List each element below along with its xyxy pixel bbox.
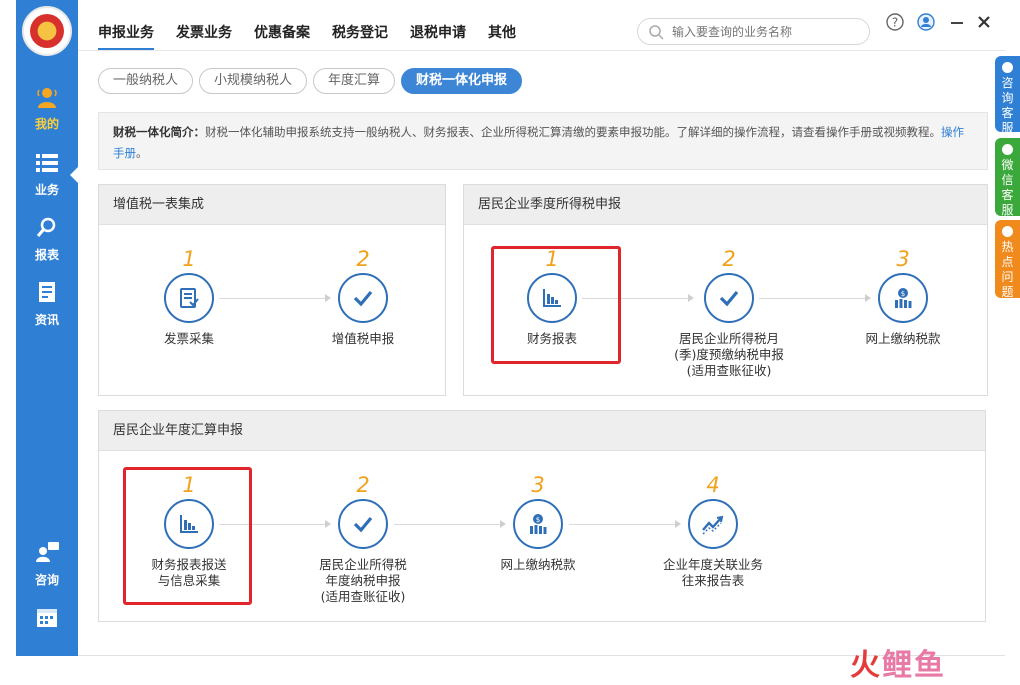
active-indicator <box>70 167 78 183</box>
step-label: 发票采集 <box>163 331 214 346</box>
tab-preference[interactable]: 优惠备案 <box>254 22 310 51</box>
sidebar-item-reports[interactable]: 报表 <box>16 215 78 275</box>
hot-questions-tab[interactable]: 热点问题 <box>995 220 1020 299</box>
sidebar-item-label: 业务 <box>34 183 59 197</box>
minimize-icon[interactable] <box>947 12 967 32</box>
wechat-icon <box>1002 144 1013 155</box>
step-number: 2 <box>356 473 370 497</box>
divider <box>78 50 1005 51</box>
right-tab-label: 微信客服 <box>1001 158 1014 217</box>
tab-other[interactable]: 其他 <box>488 22 516 51</box>
trend-icon[interactable] <box>688 499 738 549</box>
watermark-logo: 火鲤鱼 <box>850 640 946 684</box>
subtab-annual-settlement[interactable]: 年度汇算 <box>313 68 396 94</box>
sidebar-item-news[interactable]: 资讯 <box>16 280 78 340</box>
sidebar-item-consult[interactable]: 咨询 <box>16 540 78 600</box>
consult-icon <box>36 542 59 562</box>
highlight-box <box>123 467 252 605</box>
step-number: 2 <box>722 247 736 271</box>
sidebar-item-label: 咨询 <box>34 573 59 587</box>
sidebar-item-mine[interactable]: 我的 <box>16 84 78 144</box>
step-label: 居民企业所得税 年度纳税申报 (适用查账征收) <box>319 557 407 604</box>
tab-registration[interactable]: 税务登记 <box>332 22 388 51</box>
news-icon <box>39 282 55 302</box>
subtab-general-taxpayer[interactable]: 一般纳税人 <box>98 68 194 94</box>
step-related-transactions-report[interactable]: 4 企业年度关联业务 往来报告表 <box>638 473 788 589</box>
panel-title: 居民企业年度汇算申报 <box>99 411 985 451</box>
sub-tabs: 一般纳税人 小规模纳税人 年度汇算 财税一体化申报 <box>98 68 528 94</box>
svg-text:?: ? <box>892 16 898 30</box>
step-label: 网上缴纳税款 <box>500 557 576 572</box>
top-nav: 申报业务 发票业务 优惠备案 税务登记 退税申请 其他 <box>98 22 538 51</box>
question-icon <box>1002 226 1013 237</box>
check-icon[interactable] <box>704 273 754 323</box>
right-tab-label: 热点问题 <box>1001 240 1014 299</box>
tab-refund[interactable]: 退税申请 <box>410 22 466 51</box>
intro-box: 财税一体化简介：财税一体化辅助申报系统支持一般纳税人、财务报表、企业所得税汇算清… <box>98 112 988 170</box>
wechat-service-tab[interactable]: 微信客服 <box>995 138 1020 217</box>
sidebar-item-calendar[interactable] <box>16 605 78 665</box>
step-number: 2 <box>356 247 370 271</box>
tax-payment-icon[interactable]: $ <box>513 499 563 549</box>
user-icon <box>37 88 57 108</box>
step-number: 1 <box>182 247 196 271</box>
intro-end: 。 <box>136 146 148 160</box>
search-icon <box>649 25 664 40</box>
step-number: 3 <box>531 473 545 497</box>
user-icon <box>1002 62 1013 73</box>
check-icon[interactable] <box>338 273 388 323</box>
subtab-fiscal-integration[interactable]: 财税一体化申报 <box>401 68 523 94</box>
search-input[interactable] <box>672 23 862 41</box>
calendar-icon <box>37 609 57 627</box>
document-icon[interactable] <box>164 273 214 323</box>
step-vat-declaration[interactable]: 2 增值税申报 <box>288 247 438 347</box>
step-number: 3 <box>896 247 910 271</box>
account-icon[interactable] <box>916 12 936 32</box>
tax-payment-icon[interactable]: $ <box>878 273 928 323</box>
intro-text: 财税一体化辅助申报系统支持一般纳税人、财务报表、企业所得税汇算清缴的要素申报功能… <box>205 125 941 139</box>
right-tab-label: 咨询客服 <box>1001 76 1014 135</box>
sidebar-item-business[interactable]: 业务 <box>16 150 78 210</box>
tax-bureau-logo <box>22 6 72 56</box>
step-number: 4 <box>706 473 720 497</box>
step-online-tax-payment[interactable]: 3 $ 网上缴纳税款 <box>463 473 613 573</box>
step-label: 企业年度关联业务 往来报告表 <box>662 557 763 588</box>
step-invoice-collection[interactable]: 1 发票采集 <box>114 247 264 347</box>
watermark-part2: 鲤鱼 <box>882 648 946 683</box>
customer-service-tab[interactable]: 咨询客服 <box>995 56 1020 135</box>
close-icon[interactable] <box>974 12 994 32</box>
step-label: 居民企业所得税月 (季)度预缴纳税申报 (适用查账征收) <box>674 331 784 378</box>
tab-declaration[interactable]: 申报业务 <box>98 22 154 51</box>
search-icon <box>36 217 56 237</box>
highlight-box <box>491 246 621 364</box>
check-icon[interactable] <box>338 499 388 549</box>
step-quarterly-declaration[interactable]: 2 居民企业所得税月 (季)度预缴纳税申报 (适用查账征收) <box>654 247 804 379</box>
help-icon[interactable]: ? <box>885 12 905 32</box>
sidebar-item-label: 我的 <box>34 117 59 131</box>
step-label: 网上缴纳税款 <box>865 331 941 346</box>
sidebar-item-label: 报表 <box>34 248 59 262</box>
panel-title: 居民企业季度所得税申报 <box>464 185 987 225</box>
left-sidebar: 我的 业务 报表 资讯 咨询 <box>16 0 78 656</box>
tab-invoice[interactable]: 发票业务 <box>176 22 232 51</box>
subtab-small-taxpayer[interactable]: 小规模纳税人 <box>199 68 308 94</box>
step-online-tax-payment[interactable]: 3 $ 网上缴纳税款 <box>828 247 978 347</box>
panel-vat: 增值税一表集成 1 发票采集 2 增值税申报 <box>98 184 446 396</box>
step-annual-declaration[interactable]: 2 居民企业所得税 年度纳税申报 (适用查账征收) <box>288 473 438 605</box>
watermark-part1: 火 <box>850 648 882 683</box>
svg-text:$: $ <box>901 290 905 298</box>
step-label: 增值税申报 <box>331 331 395 346</box>
search-box[interactable] <box>637 18 870 45</box>
sidebar-item-label: 资讯 <box>34 313 59 327</box>
panel-title: 增值税一表集成 <box>99 185 445 225</box>
intro-title: 财税一体化简介： <box>113 125 205 139</box>
svg-text:$: $ <box>536 516 540 524</box>
list-icon <box>36 154 58 172</box>
tax-app-window: 我的 业务 报表 资讯 咨询 申报业务 发票业务 优惠备案 税务登记 退税申请 … <box>0 0 1020 685</box>
